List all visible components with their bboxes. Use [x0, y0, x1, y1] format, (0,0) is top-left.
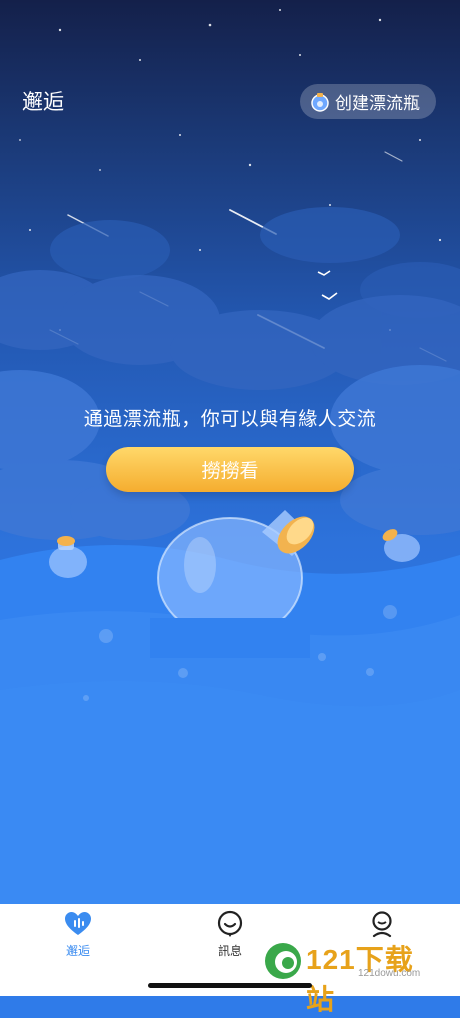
ocean-scene: 邂逅 创建漂流瓶 通過漂流瓶，你可以與有緣人交流 撈撈看	[0, 0, 460, 904]
small-bottle-left	[49, 536, 87, 578]
watermark: 121下载站 121dowu.com	[262, 936, 442, 1015]
watermark-url: 121dowu.com	[358, 968, 421, 979]
tab-messages[interactable]: 訊息	[190, 910, 270, 970]
bottle-icon	[311, 92, 329, 112]
create-bottle-button[interactable]: 创建漂流瓶	[300, 84, 436, 119]
big-bottle	[150, 510, 315, 658]
watermark-logo-icon	[265, 943, 301, 979]
tagline: 通過漂流瓶，你可以與有緣人交流	[83, 408, 377, 430]
home-indicator	[148, 983, 312, 988]
tab-messages-label: 訊息	[217, 944, 242, 958]
profile-icon	[372, 911, 392, 938]
create-bottle-label: 创建漂流瓶	[335, 94, 420, 114]
page-title: 邂逅	[22, 90, 64, 114]
heart-wave-icon	[65, 912, 91, 935]
fish-bottle-button[interactable]: 撈撈看	[106, 447, 354, 492]
tab-encounter[interactable]: 邂逅	[38, 910, 118, 970]
tab-encounter-label: 邂逅	[65, 944, 90, 958]
smile-chat-icon	[217, 910, 243, 937]
birds	[317, 270, 338, 300]
